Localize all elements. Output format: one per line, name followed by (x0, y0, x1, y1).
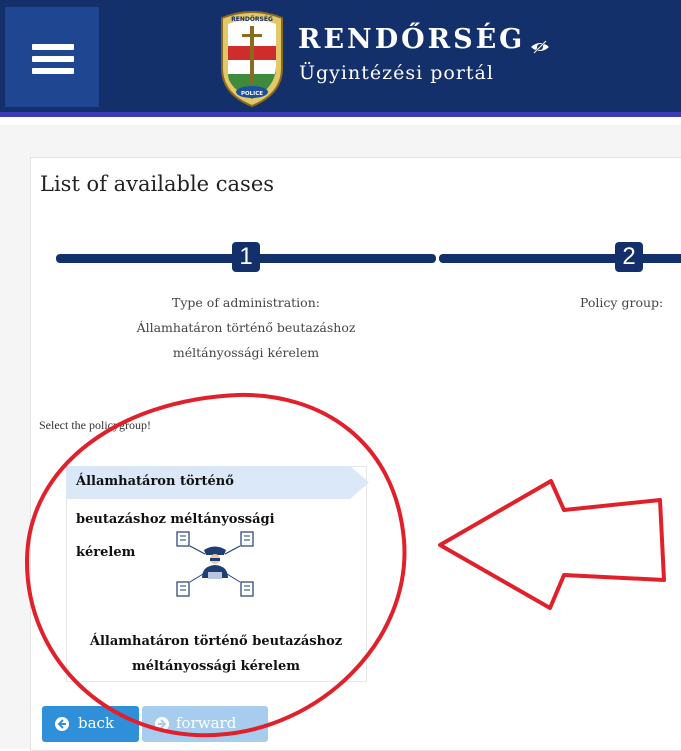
eye-slash-icon (531, 40, 549, 54)
arrow-right-icon (155, 717, 169, 731)
page-title: List of available cases (40, 172, 275, 196)
card-banner-text: Államhatáron történő (76, 474, 234, 489)
crest-text-top: RENDŐRSÉG (231, 15, 273, 23)
top-bar (0, 0, 681, 112)
step-1-badge: 1 (232, 242, 260, 272)
header-gap (0, 117, 681, 125)
forward-button[interactable]: forward (142, 706, 268, 742)
step-2-caption: Policy group: (580, 295, 664, 310)
step-2-badge: 2 (615, 242, 643, 272)
arrow-left-icon (55, 717, 69, 731)
crest-text-bottom: POLICE (241, 91, 263, 97)
brand-subtitle: Ügyintézési portál (299, 62, 494, 84)
card-text-line-1: beutazáshoz méltányossági (76, 512, 275, 527)
step-2-line (439, 254, 681, 263)
select-policy-label: Select the policygroup! (39, 418, 151, 432)
back-button[interactable]: back (42, 706, 139, 742)
card-footer-text: Államhatáron történő beutazáshoz méltány… (89, 634, 343, 674)
brand-title: RENDŐRSÉG (298, 24, 526, 55)
forward-button-label: forward (176, 714, 237, 732)
card-text-line-2: kérelem (76, 545, 136, 560)
back-button-label: back (78, 714, 115, 732)
step-1-caption: Type of administration: Államhatáron tör… (136, 295, 356, 360)
police-crest-logo[interactable]: RENDŐRSÉG POLICE (216, 10, 288, 108)
officer-documents-icon (176, 531, 254, 597)
menu-button[interactable] (5, 7, 99, 107)
